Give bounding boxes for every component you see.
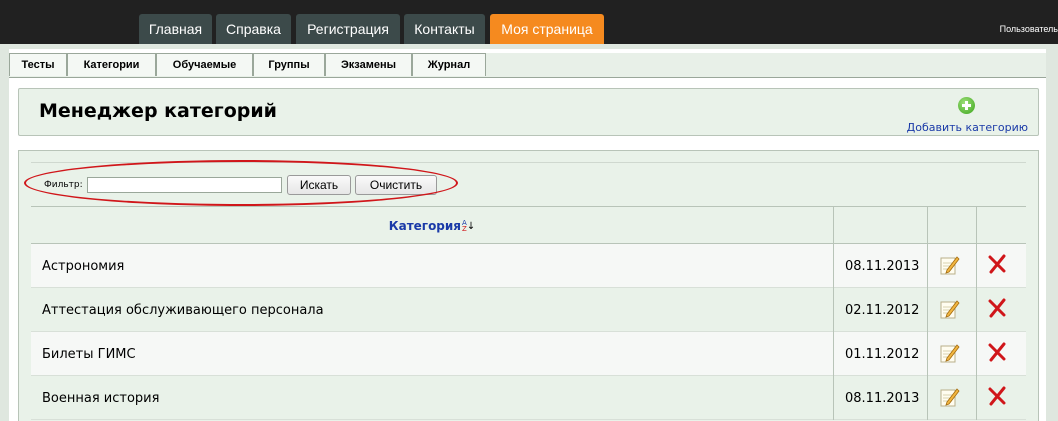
edit-cell (928, 288, 977, 332)
category-date: 01.11.2012 (845, 347, 920, 362)
delete-cell (977, 288, 1026, 332)
table-row: Аттестация обслуживающего персонала 02.1… (31, 288, 1026, 332)
add-category-link[interactable]: Добавить категорию (907, 121, 1028, 134)
delete-icon[interactable] (987, 298, 1007, 318)
page-title: Менеджер категорий (39, 100, 277, 122)
top-bar: Главная Справка Регистрация Контакты Моя… (0, 0, 1058, 44)
menu-item-learners[interactable]: Обучаемые (156, 53, 253, 76)
column-edit (928, 207, 977, 245)
table-row: Военная история 08.11.2013 (31, 376, 1026, 420)
add-category-button[interactable]: Добавить категорию (907, 95, 1028, 135)
table-row: Билеты ГИМС 01.11.2012 (31, 332, 1026, 376)
plus-circle-icon[interactable] (958, 97, 975, 114)
menu-item-exams[interactable]: Экзамены (325, 53, 412, 76)
tab-my-page[interactable]: Моя страница (490, 14, 604, 44)
search-button[interactable]: Искать (287, 175, 351, 195)
section-menu: Тесты Категории Обучаемые Группы Экзамен… (9, 53, 1046, 78)
menu-item-groups[interactable]: Группы (253, 53, 325, 76)
delete-cell (977, 376, 1026, 420)
edit-icon[interactable] (940, 299, 960, 319)
category-date: 02.11.2012 (845, 303, 920, 318)
filter-row: Фильтр: Искать Очистить (31, 162, 1026, 207)
tab-contacts[interactable]: Контакты (404, 14, 485, 44)
column-date (834, 207, 928, 245)
category-date: 08.11.2013 (845, 259, 920, 274)
filter-label: Фильтр: (44, 180, 83, 190)
edit-cell (928, 332, 977, 376)
delete-cell (977, 244, 1026, 288)
delete-icon[interactable] (987, 386, 1007, 406)
frame-left (0, 44, 9, 421)
delete-icon[interactable] (987, 254, 1007, 274)
edit-cell (928, 244, 977, 288)
table-header: Категория A Z ↓ (31, 206, 1026, 245)
edit-cell (928, 376, 977, 420)
category-name[interactable]: Астрономия (42, 259, 124, 274)
category-name-cell: Билеты ГИМС (31, 332, 834, 376)
frame-right (1046, 44, 1058, 421)
menu-item-categories[interactable]: Категории (67, 53, 156, 76)
menu-item-tests[interactable]: Тесты (9, 53, 67, 76)
delete-icon[interactable] (987, 342, 1007, 362)
date-cell: 02.11.2012 (834, 288, 928, 332)
date-cell: 08.11.2013 (834, 376, 928, 420)
date-cell: 01.11.2012 (834, 332, 928, 376)
date-cell: 08.11.2013 (834, 244, 928, 288)
column-category: Категория A Z ↓ (31, 207, 834, 245)
category-name-cell: Военная история (31, 376, 834, 420)
edit-icon[interactable] (940, 255, 960, 275)
column-delete (977, 207, 1026, 245)
menu-item-journal[interactable]: Журнал (412, 53, 486, 76)
delete-cell (977, 332, 1026, 376)
category-name-cell: Аттестация обслуживающего персонала (31, 288, 834, 332)
category-name[interactable]: Билеты ГИМС (42, 347, 136, 362)
tab-home[interactable]: Главная (139, 14, 212, 44)
category-name[interactable]: Военная история (42, 391, 159, 406)
category-name[interactable]: Аттестация обслуживающего персонала (42, 303, 324, 318)
table-row: Астрономия 08.11.2013 (31, 244, 1026, 288)
edit-icon[interactable] (940, 343, 960, 363)
frame-top (9, 44, 1046, 49)
header-panel: Менеджер категорий Добавить категорию (18, 88, 1039, 136)
user-label: Пользователь (999, 24, 1058, 34)
category-date: 08.11.2013 (845, 391, 920, 406)
tab-help[interactable]: Справка (216, 14, 291, 44)
category-sort-link[interactable]: Категория (389, 219, 461, 233)
tab-registration[interactable]: Регистрация (296, 14, 400, 44)
sort-arrow-icon: ↓ (466, 221, 476, 232)
category-name-cell: Астрономия (31, 244, 834, 288)
filter-input[interactable] (87, 177, 282, 193)
clear-button[interactable]: Очистить (355, 175, 437, 195)
edit-icon[interactable] (940, 387, 960, 407)
